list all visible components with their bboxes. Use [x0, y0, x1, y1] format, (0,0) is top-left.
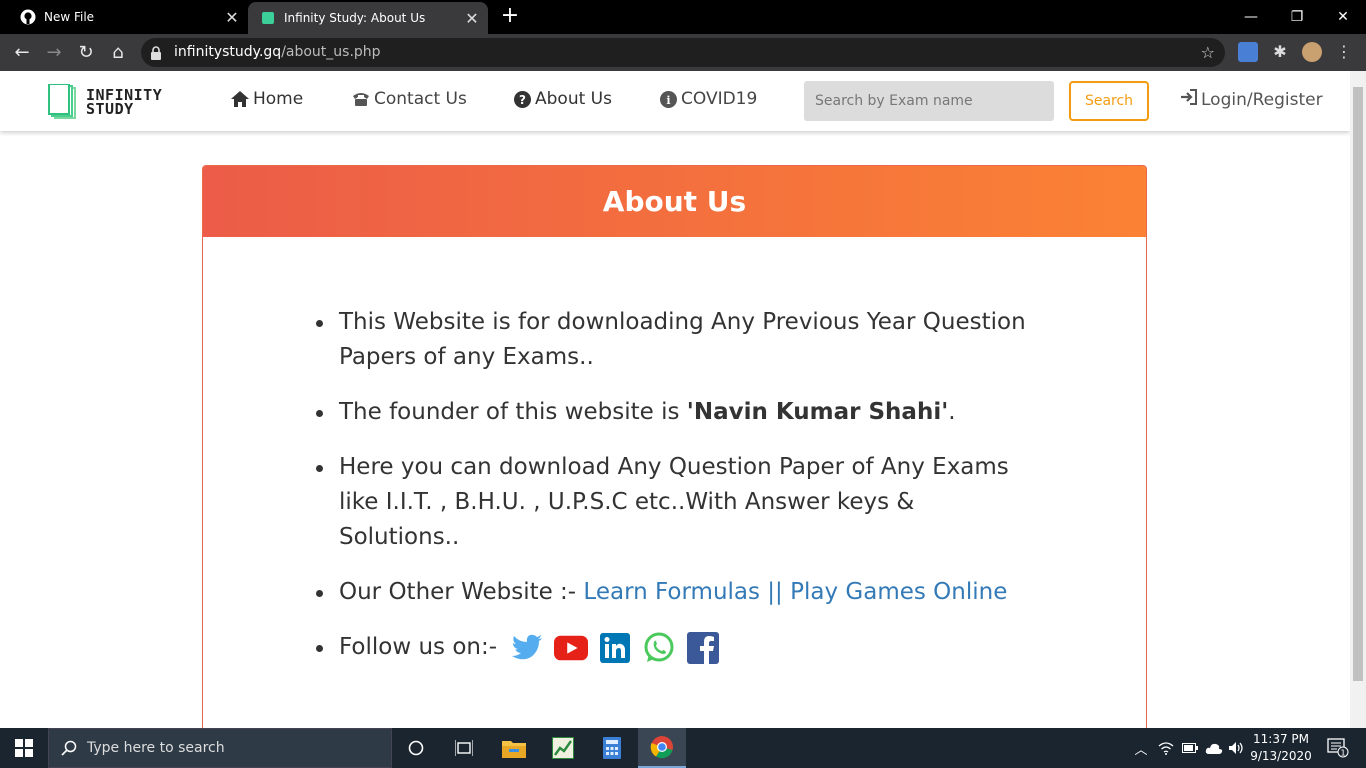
back-button[interactable]: ← — [8, 34, 36, 71]
search-button[interactable]: Search — [1069, 81, 1149, 121]
linkedin-icon[interactable] — [598, 631, 632, 665]
restore-button[interactable]: ❐ — [1274, 0, 1320, 34]
sign-in-icon — [1180, 89, 1198, 110]
windows-logo-icon — [15, 739, 33, 757]
about-card-body: This Website is for downloading Any Prev… — [203, 237, 1146, 665]
close-window-button[interactable]: ✕ — [1320, 0, 1366, 34]
question-circle-icon: ? — [513, 90, 531, 108]
home-button[interactable]: ⌂ — [104, 34, 132, 71]
social-icons — [510, 631, 730, 665]
task-view-icon[interactable] — [440, 728, 488, 768]
svg-text:?: ? — [519, 93, 526, 107]
web-page: INFINITY STUDY Home Contact Us ? About U… — [0, 71, 1350, 728]
clock-time: 11:37 PM — [1253, 732, 1309, 746]
onedrive-cloud-icon[interactable] — [1203, 728, 1225, 768]
reload-button[interactable]: ↻ — [72, 34, 100, 71]
about-item-follow: Follow us on:- — [316, 630, 1038, 665]
bookmark-star-icon[interactable]: ☆ — [1201, 43, 1215, 62]
wifi-icon[interactable] — [1156, 728, 1176, 768]
nav-about-us[interactable]: ? About Us — [513, 89, 612, 109]
info-circle-icon: i — [659, 90, 677, 108]
new-tab-button[interactable]: + — [498, 5, 522, 27]
exam-search-input[interactable] — [804, 81, 1054, 121]
scrollbar-thumb[interactable] — [1353, 87, 1363, 681]
cortana-icon[interactable] — [392, 728, 440, 768]
about-item-downloads: Here you can download Any Question Paper… — [316, 450, 1038, 555]
windows-taskbar: Type here to search ︿ 11:37 PM 9/13/2020… — [0, 728, 1366, 768]
facebook-icon[interactable] — [686, 631, 720, 665]
about-item-purpose: This Website is for downloading Any Prev… — [316, 305, 1038, 375]
profile-avatar[interactable] — [1302, 42, 1322, 62]
translate-extension-icon[interactable] — [1238, 42, 1258, 62]
learn-formulas-link[interactable]: Learn Formulas — [583, 579, 760, 605]
minimize-button[interactable]: — — [1228, 0, 1274, 34]
sheets-app-icon[interactable] — [539, 728, 587, 768]
phone-icon — [352, 90, 370, 108]
home-icon — [231, 90, 249, 108]
svg-text:1: 1 — [1340, 749, 1345, 758]
site-logo[interactable]: INFINITY STUDY — [48, 83, 178, 120]
about-item-other-websites: Our Other Website :- Learn Formulas || P… — [316, 575, 1038, 610]
about-card-header: About Us — [203, 166, 1146, 237]
notification-center-icon[interactable]: 1 — [1318, 728, 1358, 768]
link-separator: || — [760, 579, 791, 605]
whatsapp-icon[interactable] — [642, 631, 676, 665]
file-explorer-icon[interactable] — [490, 728, 538, 768]
calculator-icon[interactable] — [588, 728, 636, 768]
lock-icon — [151, 45, 161, 60]
start-button[interactable] — [0, 728, 48, 768]
url-text: infinitystudy.gq/about_us.php — [174, 44, 381, 60]
github-icon — [20, 9, 36, 25]
twitter-icon[interactable] — [510, 631, 544, 665]
chrome-taskbar-icon[interactable] — [638, 728, 686, 768]
svg-text:i: i — [666, 94, 670, 107]
logo-text: INFINITY STUDY — [86, 86, 163, 118]
tab-new-file[interactable]: New File ✕ — [8, 0, 248, 34]
nav-contact-us[interactable]: Contact Us — [352, 89, 467, 109]
nav-home[interactable]: Home — [231, 89, 303, 109]
volume-icon[interactable] — [1227, 728, 1247, 768]
forward-button[interactable]: → — [40, 34, 68, 71]
browser-tab-strip: New File ✕ Infinity Study: About Us ✕ + … — [0, 0, 1366, 34]
close-tab-icon[interactable]: ✕ — [222, 8, 242, 27]
play-games-link[interactable]: Play Games Online — [790, 579, 1007, 605]
taskbar-search-box[interactable]: Type here to search — [48, 728, 392, 768]
youtube-icon[interactable] — [554, 631, 589, 665]
tab-about-us[interactable]: Infinity Study: About Us ✕ — [248, 2, 488, 34]
search-icon — [61, 740, 77, 756]
tab-title: Infinity Study: About Us — [284, 11, 426, 25]
browser-toolbar: ← → ↻ ⌂ infinitystudy.gq/about_us.php ☆ … — [0, 34, 1366, 71]
about-list: This Website is for downloading Any Prev… — [316, 305, 1146, 665]
logo-books-icon — [48, 83, 76, 120]
battery-icon[interactable] — [1180, 728, 1200, 768]
nav-covid19[interactable]: i COVID19 — [659, 89, 757, 109]
about-card: About Us This Website is for downloading… — [202, 165, 1147, 728]
taskbar-clock[interactable]: 11:37 PM 9/13/2020 — [1248, 731, 1314, 765]
extensions-puzzle-icon[interactable]: ✱ — [1270, 42, 1290, 62]
founder-name: 'Navin Kumar Shahi' — [686, 399, 949, 425]
tab-title: New File — [44, 10, 95, 24]
tray-overflow-chevron-icon[interactable]: ︿ — [1130, 728, 1152, 768]
page-scrollbar[interactable] — [1350, 71, 1366, 728]
menu-kebab-icon[interactable]: ⋮ — [1334, 42, 1354, 62]
site-navbar: INFINITY STUDY Home Contact Us ? About U… — [0, 71, 1350, 131]
clock-date: 9/13/2020 — [1250, 749, 1312, 763]
close-tab-icon[interactable]: ✕ — [462, 9, 482, 28]
login-register-link[interactable]: Login/Register — [1180, 89, 1323, 110]
site-favicon-icon — [260, 10, 276, 26]
about-item-founder: The founder of this website is 'Navin Ku… — [316, 395, 1038, 430]
address-bar[interactable]: infinitystudy.gq/about_us.php ☆ — [141, 38, 1225, 67]
